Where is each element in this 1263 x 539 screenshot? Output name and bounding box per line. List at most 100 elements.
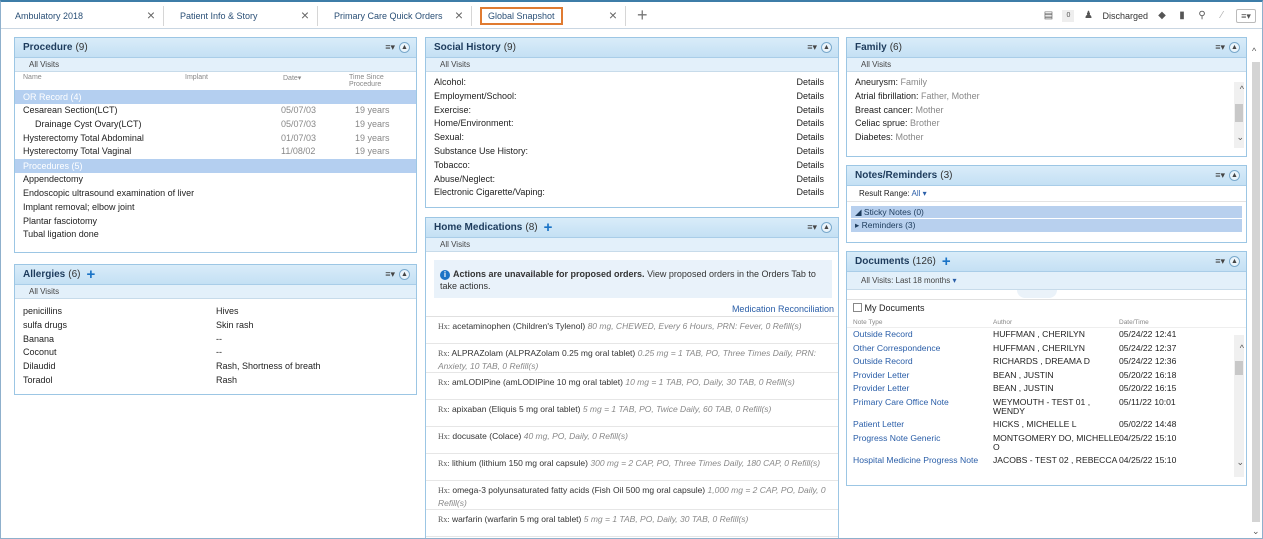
result-range-dropdown[interactable]: All ▾ [911,189,926,198]
scroll-thumb[interactable] [1235,104,1243,122]
visit-filter[interactable]: All Visits [15,285,416,299]
collapse-icon[interactable]: ▲ [821,42,832,53]
close-icon[interactable]: × [455,8,463,22]
document-type[interactable]: Provider Letter [853,369,909,383]
document-row[interactable]: Provider Letter BEAN , JUSTIN 05/20/22 16:… [847,382,1246,396]
details-link[interactable]: Details [796,186,824,200]
medication-row[interactable]: Rx: ALPRAZolam (ALPRAZolam 0.25 mg oral … [426,344,838,373]
medication-row[interactable]: Rx: amLODIPine (amLODIPine 10 mg oral ta… [426,373,838,400]
allergy-row[interactable]: Dilaudid Rash, Shortness of breath [15,360,416,374]
panel-menu-icon[interactable]: ≡▾ [807,42,817,53]
medication-row[interactable]: Rx: warfarin (warfarin 5 mg oral tablet)… [426,510,838,537]
tab-global-snapshot[interactable]: Global Snapshot × [476,6,626,26]
document-type[interactable]: Other Correspondence [853,342,940,356]
allergy-row[interactable]: sulfa drugs Skin rash [15,319,416,333]
col-author[interactable]: Author [993,319,1012,326]
details-link[interactable]: Details [796,76,824,90]
document-row[interactable]: Other Correspondence HUFFMAN , CHERILYN 05… [847,342,1246,356]
social-history-row[interactable]: Abuse/Neglect: Details [426,173,838,187]
collapse-icon[interactable]: ▲ [399,42,410,53]
tab-ambulatory-2018[interactable]: Ambulatory 2018 × [1,6,164,26]
visit-filter[interactable]: All Visits [847,58,1246,72]
close-icon[interactable]: × [301,8,309,22]
tab-patient-info-story[interactable]: Patient Info & Story × [166,6,318,26]
add-tab-icon[interactable]: + [637,6,648,24]
social-history-row[interactable]: Exercise: Details [426,104,838,118]
procedure-row[interactable]: Appendectomy [15,173,416,187]
collapse-icon[interactable]: ▲ [821,222,832,233]
document-row[interactable]: Hospital Medicine Progress Note JACOBS - … [847,454,1246,468]
allergy-row[interactable]: Banana -- [15,333,416,347]
social-history-row[interactable]: Substance Use History: Details [426,145,838,159]
procedure-row[interactable]: Drainage Cyst Ovary(LCT) 05/07/03 19 years [15,118,416,132]
procedure-row[interactable]: Hysterectomy Total Vaginal 11/08/02 19 yea… [15,145,416,159]
visit-filter[interactable]: All Visits [426,58,838,72]
add-icon[interactable]: + [942,254,951,269]
document-row[interactable]: Outside Record HUFFMAN , CHERILYN 05/24/22… [847,328,1246,342]
discharged-status[interactable]: Discharged [1102,11,1148,21]
document-row[interactable]: Patient Letter HICKS , MICHELLE L 05/02/22… [847,418,1246,432]
scroll-up-icon[interactable]: ^ [1252,46,1260,56]
social-history-row[interactable]: Alcohol: Details [426,76,838,90]
procedure-row[interactable]: Endoscopic ultrasound examination of liv… [15,187,416,201]
panel-menu-icon[interactable]: ≡▾ [385,269,395,280]
document-row[interactable]: Provider Letter BEAN , JUSTIN 05/20/22 16:… [847,369,1246,383]
allergy-row[interactable]: penicillins Hives [15,305,416,319]
document-type[interactable]: Outside Record [853,355,913,369]
procedure-row[interactable]: Implant removal; elbow joint [15,201,416,215]
add-icon[interactable]: + [86,267,95,282]
details-link[interactable]: Details [796,104,824,118]
social-history-row[interactable]: Sexual: Details [426,131,838,145]
scroll-up-icon[interactable]: ^ [1240,84,1244,94]
family-history-row[interactable]: Aneurysm: Family [847,76,1246,90]
scroll-down-icon[interactable]: ⌄ [1236,132,1244,143]
scroll-thumb[interactable] [1252,62,1260,522]
document-type[interactable]: Outside Record [853,328,913,342]
collapse-icon[interactable]: ▲ [1229,42,1240,53]
social-history-row[interactable]: Home/Environment: Details [426,117,838,131]
col-date[interactable]: Date▾ [283,74,349,90]
document-type[interactable]: Patient Letter [853,418,904,432]
collapse-icon[interactable]: ▲ [399,269,410,280]
tag-icon[interactable]: ◆ [1156,10,1168,22]
details-link[interactable]: Details [796,173,824,187]
close-icon[interactable]: × [609,8,617,22]
medication-row[interactable]: Hx: docusate (Colace) 40 mg, PO, Daily, … [426,427,838,454]
visit-filter[interactable]: All Visits [426,238,838,252]
procedure-row[interactable]: Tubal ligation done [15,228,416,242]
medication-row[interactable]: Hx: acetaminophen (Children's Tylenol) 8… [426,317,838,344]
scroll-down-icon[interactable]: ⌄ [1236,457,1244,468]
document-filter[interactable]: All Visits: Last 18 months ▾ [847,272,1246,290]
details-link[interactable]: Details [796,131,824,145]
collapse-icon[interactable]: ▲ [1229,256,1240,267]
document-row[interactable]: Progress Note Generic MONTGOMERY DO, MICH… [847,432,1246,454]
collapse-handle[interactable] [1017,290,1057,298]
close-icon[interactable]: × [147,8,155,22]
panel-menu-icon[interactable]: ≡▾ [1215,256,1225,267]
panel-menu-icon[interactable]: ≡▾ [807,222,817,233]
document-row[interactable]: Outside Record RICHARDS , DREAMA D 05/24/2… [847,355,1246,369]
col-time-since[interactable]: Time Since Procedure [349,74,399,90]
group-or-record[interactable]: OR Record (4) [15,90,416,104]
my-documents-checkbox[interactable] [853,303,862,312]
social-history-row[interactable]: Electronic Cigarette/Vaping: Details [426,186,838,200]
details-link[interactable]: Details [796,90,824,104]
document-type[interactable]: Provider Letter [853,382,909,396]
family-history-row[interactable]: Celiac sprue: Brother [847,117,1246,131]
documents-scrollbar[interactable]: ^ ⌄ [1234,335,1244,477]
document-type[interactable]: Hospital Medicine Progress Note [853,454,978,468]
group-procedures[interactable]: Procedures (5) [15,159,416,174]
collapse-icon[interactable]: ▲ [1229,170,1240,181]
tab-primary-care-quick-orders[interactable]: Primary Care Quick Orders × [320,6,472,26]
add-icon[interactable]: + [544,220,553,235]
family-scrollbar[interactable]: ^ ⌄ [1234,82,1244,148]
col-date-time[interactable]: Date/Time [1119,319,1149,326]
social-history-row[interactable]: Employment/School: Details [426,90,838,104]
scroll-down-icon[interactable]: ⌄ [1252,526,1260,537]
reminders-row[interactable]: ▸ Reminders (3) [851,219,1242,232]
scroll-thumb[interactable] [1235,361,1243,375]
procedure-row[interactable]: Plantar fasciotomy [15,215,416,229]
book-icon[interactable]: ▮ [1176,10,1188,22]
social-history-row[interactable]: Tobacco: Details [426,159,838,173]
procedure-row[interactable]: Cesarean Section(LCT) 05/07/03 19 years [15,104,416,118]
